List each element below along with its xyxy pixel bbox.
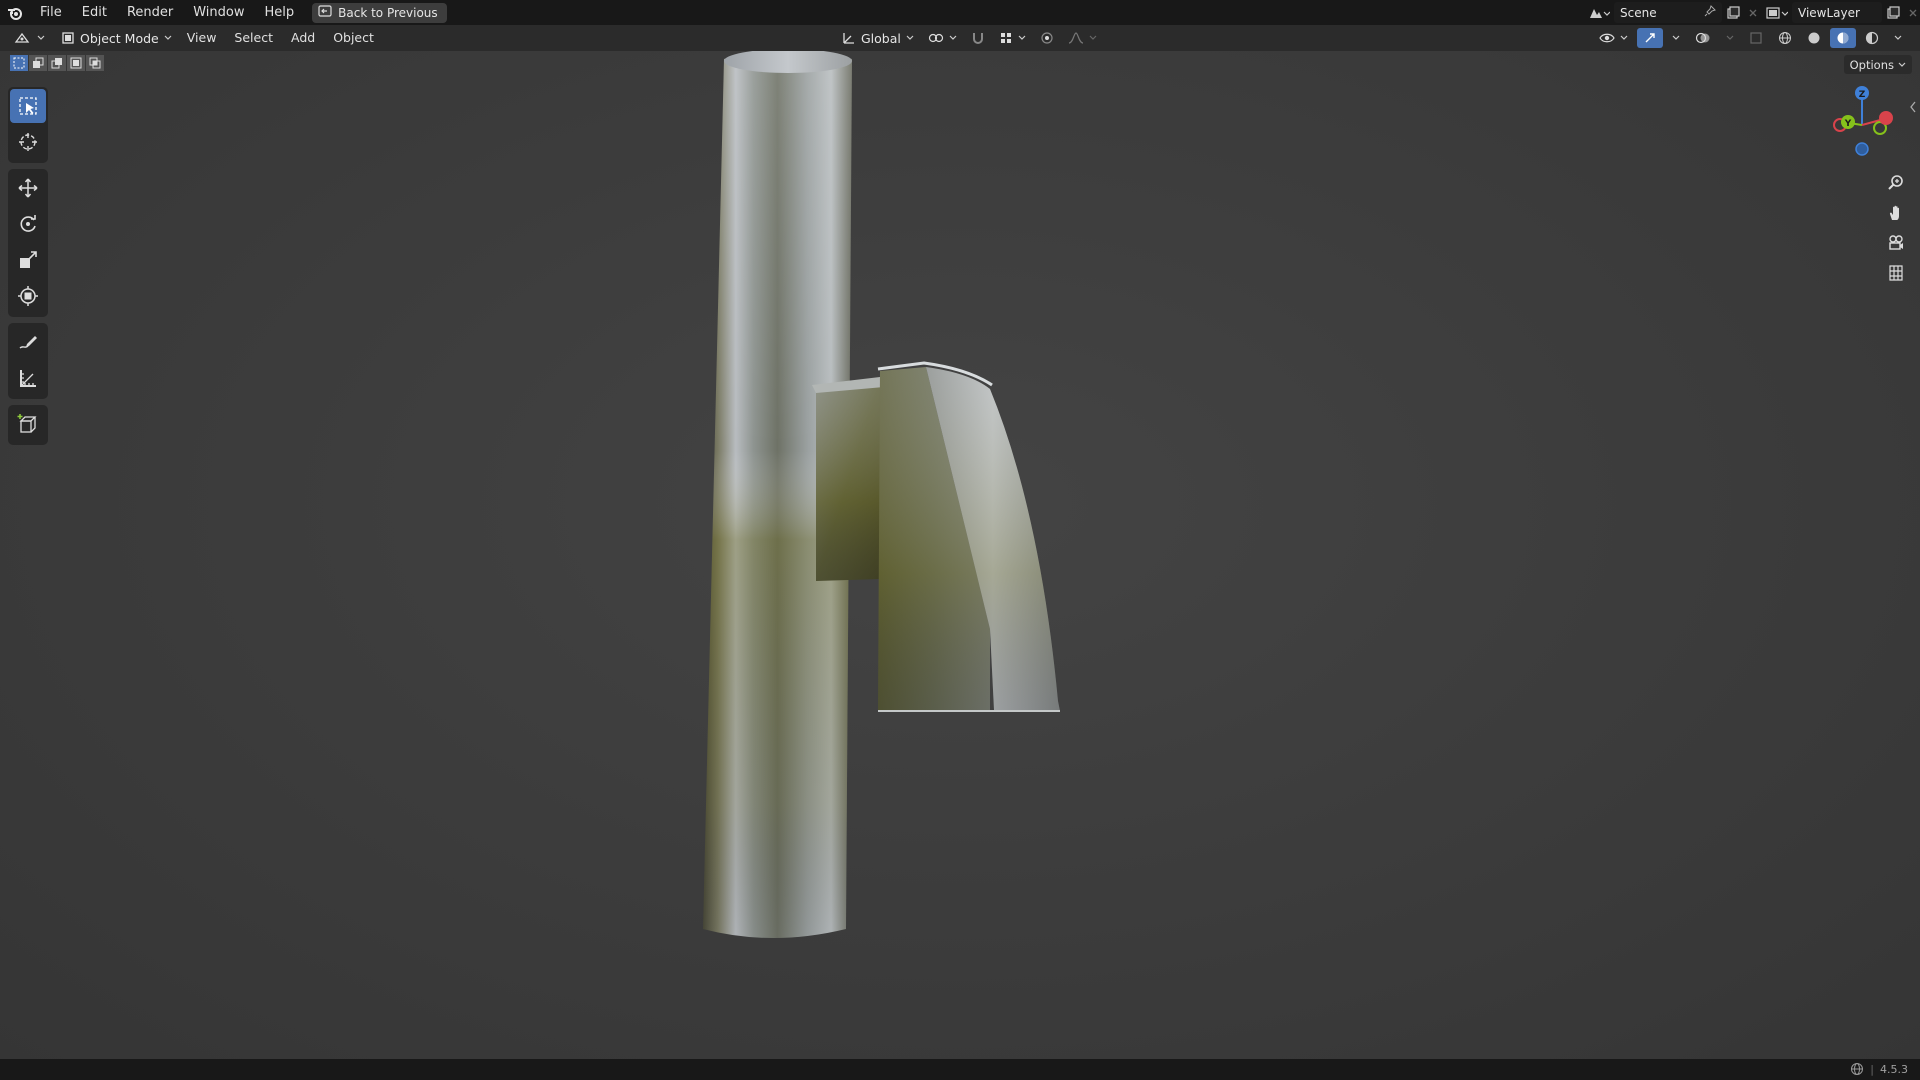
- pin-icon[interactable]: [1704, 5, 1716, 20]
- delete-view-layer-icon[interactable]: [1904, 2, 1920, 23]
- wireframe-sphere-icon: [1779, 32, 1791, 44]
- menu-file[interactable]: File: [30, 0, 72, 25]
- chevron-down-icon: [1894, 35, 1902, 40]
- chevron-down-icon: [1018, 35, 1026, 40]
- scene-object-canvas[interactable]: [0, 51, 1920, 1059]
- back-to-previous-label: Back to Previous: [338, 5, 438, 20]
- blender-logo-icon[interactable]: [0, 0, 30, 25]
- menu-render[interactable]: Render: [117, 0, 183, 25]
- chevron-down-icon: [1620, 35, 1628, 40]
- menu-help[interactable]: Help: [255, 0, 305, 25]
- transform-orientation-label: Global: [861, 30, 901, 46]
- menu-edit[interactable]: Edit: [72, 0, 117, 25]
- transform-tools: Global: [836, 28, 1103, 48]
- view-layer-name-text: ViewLayer: [1798, 5, 1860, 20]
- scene-browse-icon[interactable]: [1584, 2, 1614, 23]
- orientation-icon: [843, 33, 854, 44]
- transform-orientation-dropdown[interactable]: Global: [836, 28, 920, 48]
- xray-toggle[interactable]: [1743, 28, 1769, 48]
- shading-wireframe-button[interactable]: [1772, 28, 1798, 48]
- mode-label: Object Mode: [80, 30, 159, 46]
- chevron-down-icon: [1089, 35, 1097, 40]
- material-sphere-icon: [1837, 32, 1849, 44]
- editor-type-dropdown[interactable]: [8, 28, 51, 48]
- pivot-icon: [928, 33, 943, 43]
- chevron-down-icon: [1672, 35, 1680, 40]
- status-separator: |: [1870, 1062, 1874, 1076]
- shading-dropdown[interactable]: [1888, 28, 1908, 48]
- chevron-down-icon: [1726, 35, 1734, 40]
- solid-sphere-icon: [1808, 32, 1820, 44]
- menu-view[interactable]: View: [178, 25, 226, 51]
- eye-icon: [1599, 33, 1615, 43]
- snap-target-dropdown[interactable]: [993, 28, 1032, 48]
- rendered-sphere-icon: [1865, 31, 1879, 45]
- version-info: | 4.5.3: [1850, 1062, 1908, 1076]
- gizmo-dropdown[interactable]: [1666, 28, 1686, 48]
- scene-name-field[interactable]: Scene: [1614, 2, 1722, 23]
- menu-window[interactable]: Window: [183, 0, 254, 25]
- pivot-point-dropdown[interactable]: [922, 28, 963, 48]
- delete-scene-icon[interactable]: [1744, 2, 1762, 23]
- menu-select[interactable]: Select: [225, 25, 282, 51]
- shading-rendered-button[interactable]: [1859, 28, 1885, 48]
- view-layer-browse-icon[interactable]: [1762, 2, 1792, 23]
- status-bar: | 4.5.3: [0, 1059, 1920, 1080]
- view-layer-selector: ViewLayer: [1762, 2, 1920, 23]
- proportional-falloff-dropdown[interactable]: [1062, 28, 1103, 48]
- overlays-dropdown[interactable]: [1720, 28, 1740, 48]
- viewport-3d-icon: [14, 32, 30, 43]
- scene-selector: Scene: [1584, 2, 1762, 23]
- new-scene-icon[interactable]: [1722, 2, 1744, 23]
- xray-icon: [1750, 32, 1762, 44]
- new-view-layer-icon[interactable]: [1882, 2, 1904, 23]
- viewport-header: Object Mode View Select Add Object Globa…: [0, 25, 1920, 51]
- menu-add[interactable]: Add: [282, 25, 324, 51]
- shading-material-button[interactable]: [1830, 28, 1856, 48]
- chevron-down-icon: [37, 35, 45, 40]
- overlays-toggle[interactable]: [1689, 28, 1717, 48]
- snap-toggle[interactable]: [965, 28, 991, 48]
- scene-name-text: Scene: [1620, 5, 1657, 20]
- top-bar: File Edit Render Window Help Back to Pre…: [0, 0, 1920, 25]
- display-controls: [1593, 28, 1908, 48]
- chevron-down-icon: [164, 35, 172, 40]
- proportional-editing-toggle[interactable]: [1034, 28, 1060, 48]
- mode-dropdown[interactable]: Object Mode: [55, 28, 178, 48]
- screen-back-icon: [318, 5, 332, 20]
- snap-grid-icon: [1000, 33, 1011, 43]
- metal-hook-model[interactable]: [703, 51, 1060, 938]
- viewport-3d[interactable]: Options Y Z: [0, 51, 1920, 1059]
- shading-solid-button[interactable]: [1801, 28, 1827, 48]
- proportional-icon: [1041, 32, 1053, 44]
- visibility-dropdown[interactable]: [1593, 28, 1634, 48]
- overlays-icon: [1695, 32, 1710, 44]
- chevron-down-icon: [906, 35, 914, 40]
- network-globe-icon: [1851, 1063, 1864, 1075]
- magnet-icon: [972, 33, 983, 44]
- gizmo-icon: [1645, 33, 1655, 43]
- object-mode-icon: [62, 32, 74, 44]
- chevron-down-icon: [949, 35, 957, 40]
- view-layer-name-field[interactable]: ViewLayer: [1792, 2, 1882, 23]
- menu-object[interactable]: Object: [324, 25, 383, 51]
- falloff-curve-icon: [1068, 32, 1084, 44]
- version-label: 4.5.3: [1880, 1062, 1908, 1076]
- gizmo-toggle[interactable]: [1637, 28, 1663, 48]
- back-to-previous-button[interactable]: Back to Previous: [312, 2, 447, 23]
